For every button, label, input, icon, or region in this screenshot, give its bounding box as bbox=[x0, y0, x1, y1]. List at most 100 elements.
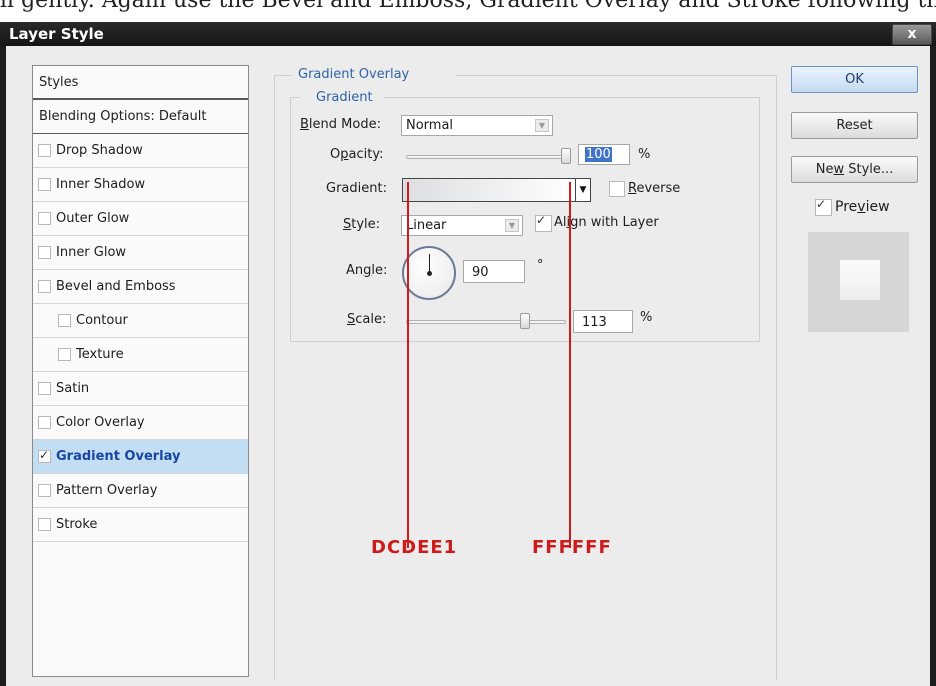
section-border-left bbox=[274, 75, 275, 680]
cropped-caption-text: ll gently. Again use the Bevel and Embos… bbox=[0, 0, 936, 13]
annotation-line-end bbox=[569, 182, 571, 548]
styles-list: Styles Blending Options: Default Drop Sh… bbox=[32, 65, 249, 677]
preview-label-post: iew bbox=[865, 199, 890, 215]
angle-value: 90 bbox=[472, 265, 489, 280]
sidebar-item-label: Drop Shadow bbox=[56, 143, 143, 158]
window-frame-left bbox=[0, 46, 6, 686]
blend-mode-select[interactable]: Normal ▼ bbox=[401, 115, 553, 136]
opacity-label-pre: O bbox=[330, 147, 341, 162]
scale-input[interactable]: 113 bbox=[573, 310, 633, 333]
align-label-post: gn with Layer bbox=[570, 215, 659, 230]
blending-options-label: Blending Options: Default bbox=[39, 109, 207, 124]
window-frame-right bbox=[930, 46, 936, 686]
section-border-top-right bbox=[456, 75, 776, 76]
new-style-button[interactable]: New Style... bbox=[791, 156, 918, 183]
styles-header[interactable]: Styles bbox=[33, 66, 248, 100]
sidebar-item-checkbox[interactable] bbox=[58, 314, 71, 327]
sidebar-item-texture[interactable]: Texture bbox=[33, 338, 248, 372]
sidebar-item-checkbox[interactable] bbox=[38, 416, 51, 429]
new-style-accel: w bbox=[833, 162, 845, 177]
scale-value: 113 bbox=[582, 315, 607, 330]
preview-label: Preview bbox=[835, 199, 890, 215]
new-style-post: Style... bbox=[844, 162, 894, 177]
sidebar-item-checkbox[interactable] bbox=[38, 280, 51, 293]
sidebar-item-contour[interactable]: Contour bbox=[33, 304, 248, 338]
opacity-label-accel: p bbox=[340, 147, 349, 162]
preview-label-pre: Pre bbox=[835, 199, 858, 215]
sidebar-item-checkbox[interactable] bbox=[38, 448, 51, 463]
section-border-top-left bbox=[274, 75, 292, 76]
opacity-unit: % bbox=[638, 147, 651, 162]
reset-button[interactable]: Reset bbox=[791, 112, 918, 139]
section-border-right bbox=[776, 75, 777, 680]
gradient-swatch[interactable] bbox=[402, 178, 576, 202]
sidebar-item-checkbox[interactable] bbox=[38, 382, 51, 395]
angle-dial[interactable] bbox=[402, 246, 456, 300]
preview-checkbox[interactable] bbox=[815, 197, 832, 216]
blending-options-item[interactable]: Blending Options: Default bbox=[33, 100, 248, 134]
sidebar-item-label: Satin bbox=[56, 381, 90, 396]
cropped-caption-strip: ll gently. Again use the Bevel and Embos… bbox=[0, 0, 936, 22]
angle-label-post: le: bbox=[371, 263, 388, 278]
group-border-top-left bbox=[290, 97, 300, 98]
sidebar-item-inner-glow[interactable]: Inner Glow bbox=[33, 236, 248, 270]
preview-thumbnail bbox=[808, 232, 909, 332]
style-label-text: tyle: bbox=[351, 217, 381, 232]
style-select[interactable]: Linear ▼ bbox=[401, 215, 523, 236]
sidebar-item-checkbox[interactable] bbox=[38, 484, 51, 497]
sidebar-item-checkbox[interactable] bbox=[58, 348, 71, 361]
annotation-line-start bbox=[407, 182, 409, 548]
sidebar-item-gradient-overlay[interactable]: Gradient Overlay bbox=[33, 440, 248, 474]
group-title: Gradient bbox=[316, 90, 373, 105]
opacity-input[interactable]: 100 bbox=[578, 144, 630, 165]
sidebar-item-stroke[interactable]: Stroke bbox=[33, 508, 248, 542]
layer-style-dialog: Layer Style x Styles Blending Options: D… bbox=[0, 22, 936, 686]
sidebar-item-label: Inner Shadow bbox=[56, 177, 146, 192]
sidebar-item-label: Bevel and Emboss bbox=[56, 279, 176, 294]
angle-label-pre: An bbox=[346, 263, 364, 278]
close-button[interactable]: x bbox=[892, 24, 932, 45]
new-style-pre: Ne bbox=[815, 162, 834, 177]
chevron-down-icon: ▼ bbox=[535, 119, 549, 132]
angle-label: Angle: bbox=[346, 263, 387, 278]
sidebar-item-checkbox[interactable] bbox=[38, 518, 51, 531]
scale-slider-thumb[interactable] bbox=[520, 313, 530, 329]
sidebar-item-outer-glow[interactable]: Outer Glow bbox=[33, 202, 248, 236]
blend-mode-label-accel: B bbox=[300, 117, 309, 132]
group-border-left bbox=[290, 97, 291, 341]
scale-slider-track[interactable] bbox=[406, 320, 566, 324]
ok-button[interactable]: OK bbox=[791, 66, 918, 93]
sidebar-item-label: Pattern Overlay bbox=[56, 483, 158, 498]
sidebar-item-label: Stroke bbox=[56, 517, 98, 532]
style-label: Style: bbox=[343, 217, 380, 232]
angle-input[interactable]: 90 bbox=[463, 260, 525, 283]
styles-header-label: Styles bbox=[39, 75, 79, 90]
sidebar-item-checkbox[interactable] bbox=[38, 144, 51, 157]
opacity-slider-track[interactable] bbox=[406, 155, 571, 159]
annotation-end-color: FFFFFF bbox=[532, 537, 612, 558]
preview-label-accel: v bbox=[857, 199, 866, 215]
sidebar-item-checkbox[interactable] bbox=[38, 178, 51, 191]
sidebar-item-label: Outer Glow bbox=[56, 211, 130, 226]
align-with-layer-checkbox[interactable] bbox=[535, 213, 552, 232]
sidebar-item-bevel-and-emboss[interactable]: Bevel and Emboss bbox=[33, 270, 248, 304]
gradient-dropdown-button[interactable]: ▼ bbox=[575, 178, 591, 202]
angle-unit: ° bbox=[537, 258, 544, 273]
group-border-top-right bbox=[384, 97, 759, 98]
sidebar-item-satin[interactable]: Satin bbox=[33, 372, 248, 406]
reverse-checkbox[interactable] bbox=[609, 181, 625, 197]
opacity-slider-thumb[interactable] bbox=[561, 148, 571, 164]
close-icon: x bbox=[907, 26, 917, 42]
sidebar-item-label: Texture bbox=[76, 347, 124, 362]
sidebar-item-color-overlay[interactable]: Color Overlay bbox=[33, 406, 248, 440]
sidebar-item-inner-shadow[interactable]: Inner Shadow bbox=[33, 168, 248, 202]
style-value: Linear bbox=[406, 218, 447, 233]
scale-unit: % bbox=[640, 310, 653, 325]
sidebar-item-pattern-overlay[interactable]: Pattern Overlay bbox=[33, 474, 248, 508]
sidebar-item-drop-shadow[interactable]: Drop Shadow bbox=[33, 134, 248, 168]
sidebar-item-checkbox[interactable] bbox=[38, 212, 51, 225]
scale-label: Scale: bbox=[347, 312, 386, 327]
sidebar-item-checkbox[interactable] bbox=[38, 246, 51, 259]
blend-mode-value: Normal bbox=[406, 118, 454, 133]
gradient-label: Gradient: bbox=[326, 181, 387, 196]
